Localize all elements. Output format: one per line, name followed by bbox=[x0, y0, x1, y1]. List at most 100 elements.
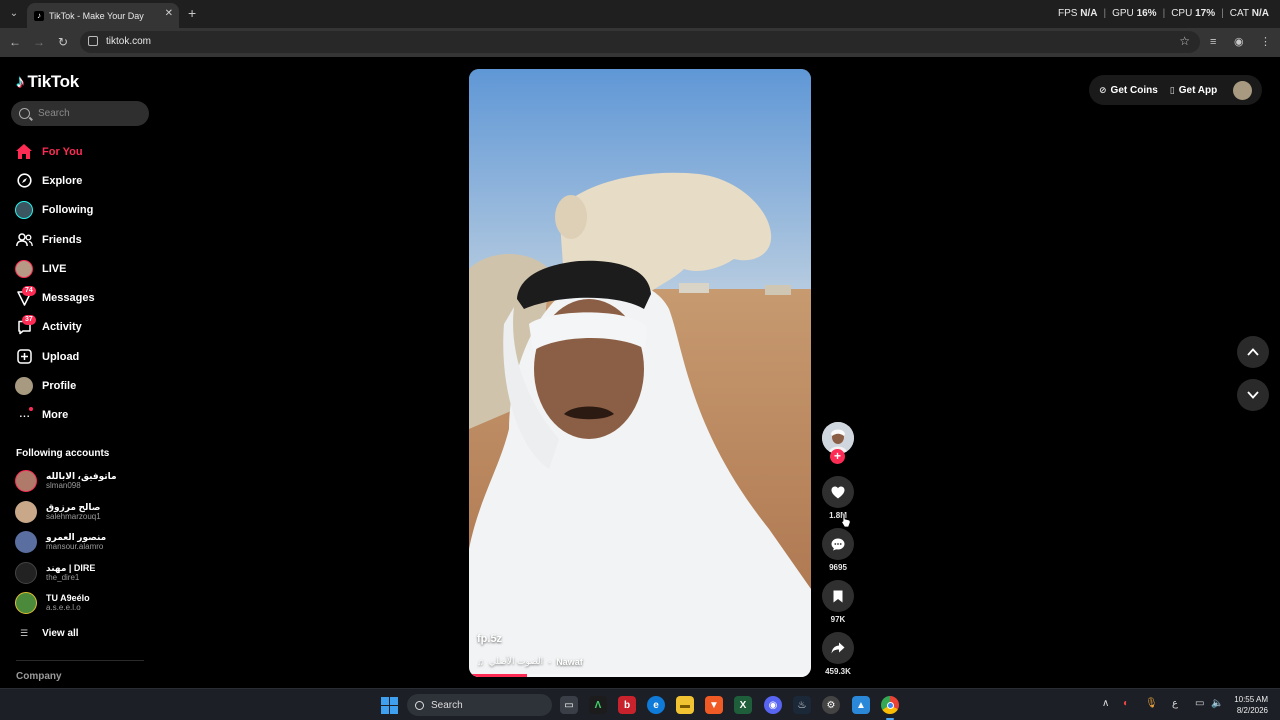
cat-label: CAT bbox=[1229, 8, 1249, 19]
settings-gear-icon[interactable]: ⚙ bbox=[822, 696, 840, 714]
following-avatar bbox=[14, 200, 34, 220]
new-tab-icon[interactable]: + bbox=[188, 5, 196, 21]
music-title: الصوت الأصلي bbox=[488, 656, 544, 666]
share-count: 459.3K bbox=[825, 667, 851, 676]
follow-button[interactable]: + bbox=[830, 449, 845, 464]
bookmark-icon[interactable] bbox=[822, 580, 854, 612]
share-action[interactable]: 459.3K bbox=[822, 632, 854, 676]
video-username[interactable]: fp.5z bbox=[477, 633, 502, 645]
clock-time: 10:55 AM bbox=[1234, 695, 1268, 704]
brave-red-app-icon[interactable]: b bbox=[618, 696, 636, 714]
avatar bbox=[15, 592, 37, 615]
account-name: صالح مرزوق bbox=[46, 501, 101, 512]
windows-start-icon[interactable] bbox=[381, 697, 398, 714]
sidebar-item-label: For You bbox=[42, 145, 83, 158]
terminal-app-icon[interactable]: Λ bbox=[589, 696, 607, 714]
tiktok-logo[interactable]: ♪ TikTok bbox=[16, 72, 79, 92]
account-handle: the_dire1 bbox=[46, 572, 80, 582]
view-all-label: View all bbox=[42, 628, 79, 639]
sidebar-item-activity[interactable]: 37 Activity bbox=[14, 313, 154, 342]
url-field[interactable]: tiktok.com ☆ bbox=[80, 31, 1200, 53]
messages-icon: 74 bbox=[14, 286, 36, 308]
account-icon[interactable]: ◉ bbox=[1234, 35, 1244, 49]
live-avatar bbox=[14, 259, 34, 279]
list-item[interactable]: TU A9eélo a.s.e.e.l.o bbox=[15, 588, 150, 619]
excel-app-icon[interactable]: X bbox=[734, 696, 752, 714]
comment-count: 9695 bbox=[829, 563, 847, 572]
sidebar-item-live[interactable]: LIVE bbox=[14, 254, 154, 283]
save-action[interactable]: 97K bbox=[822, 580, 854, 624]
brave-icon[interactable]: ▼ bbox=[705, 696, 723, 714]
share-icon[interactable] bbox=[822, 632, 854, 664]
cat-value: N/A bbox=[1251, 8, 1269, 19]
taskbar-search[interactable]: Search bbox=[407, 694, 552, 716]
site-info-icon[interactable] bbox=[88, 36, 98, 46]
more-icon: ··· bbox=[14, 405, 34, 425]
sidebar-item-upload[interactable]: Upload bbox=[14, 342, 154, 371]
microphone-icon[interactable]: 🎙 bbox=[1145, 698, 1158, 709]
search-icon bbox=[19, 108, 30, 119]
tray-chevron-up-icon[interactable]: ∧ bbox=[1102, 698, 1109, 709]
avatar bbox=[15, 561, 37, 584]
avatar bbox=[15, 500, 37, 523]
company-link[interactable]: Company bbox=[16, 671, 62, 682]
list-item[interactable]: صالح مرزوق salehmarzouq1 bbox=[15, 497, 150, 528]
user-avatar[interactable] bbox=[1233, 81, 1252, 100]
get-app-button[interactable]: ▯ Get App bbox=[1170, 85, 1217, 96]
media-control-icon[interactable]: ≡ bbox=[1210, 35, 1216, 49]
address-bar: ← → ↻ tiktok.com ☆ ≡ ◉ ⋮ bbox=[0, 28, 1280, 57]
tiktok-favicon-icon: ♪ bbox=[34, 10, 44, 21]
video-progress-bar[interactable] bbox=[469, 674, 811, 677]
list-item[interactable]: ماتوفيق، الابالله slman098 bbox=[15, 466, 150, 497]
url-text[interactable]: tiktok.com bbox=[106, 36, 151, 47]
sidebar-item-messages[interactable]: 74 Messages bbox=[14, 283, 154, 312]
task-view-icon[interactable]: ▭ bbox=[560, 696, 578, 714]
search-box[interactable] bbox=[11, 101, 149, 126]
sidebar-item-more[interactable]: ··· More bbox=[14, 401, 154, 430]
discord-icon[interactable]: ◉ bbox=[764, 696, 782, 714]
photos-app-icon[interactable]: ▲ bbox=[852, 696, 870, 714]
steam-icon[interactable]: ♨ bbox=[793, 696, 811, 714]
sidebar-item-label: More bbox=[42, 409, 69, 422]
sidebar-item-for-you[interactable]: For You bbox=[14, 137, 154, 166]
view-all-button[interactable]: ☰ View all bbox=[20, 628, 79, 639]
following-accounts-title: Following accounts bbox=[16, 448, 110, 459]
tab-search-icon[interactable]: ⌄ bbox=[6, 5, 22, 21]
video-player[interactable]: fp.5z ♫ الصوت الأصلي - Nawaf bbox=[469, 69, 811, 677]
next-video-button[interactable] bbox=[1237, 379, 1269, 411]
logo-text: TikTok bbox=[27, 72, 80, 91]
video-music[interactable]: ♫ الصوت الأصلي - Nawaf bbox=[477, 656, 583, 667]
volume-icon[interactable]: 🔈 bbox=[1211, 698, 1223, 709]
list-item[interactable]: منصور العمرو mansour.alamro bbox=[15, 527, 150, 558]
home-icon bbox=[14, 142, 34, 162]
list-icon: ☰ bbox=[20, 628, 29, 638]
sidebar-item-profile[interactable]: Profile bbox=[14, 371, 154, 400]
sidebar-item-label: Explore bbox=[42, 174, 83, 187]
list-item[interactable]: مهند | DIRE the_dire1 bbox=[15, 558, 150, 589]
file-explorer-icon[interactable]: ▬ bbox=[676, 696, 694, 714]
account-handle: slman098 bbox=[46, 481, 81, 491]
browser-tab[interactable]: ♪ TikTok - Make Your Day ✕ bbox=[27, 3, 179, 28]
search-input[interactable] bbox=[38, 108, 138, 119]
input-language[interactable]: ع bbox=[1172, 698, 1178, 709]
comment-action[interactable]: 9695 bbox=[822, 528, 854, 572]
chrome-icon[interactable] bbox=[881, 696, 899, 720]
previous-video-button[interactable] bbox=[1237, 336, 1269, 368]
account-handle: a.s.e.e.l.o bbox=[46, 603, 81, 613]
tab-close-icon[interactable]: ✕ bbox=[165, 8, 173, 19]
comment-icon[interactable] bbox=[822, 528, 854, 560]
network-icon[interactable]: ▭ bbox=[1195, 698, 1204, 709]
sidebar-item-explore[interactable]: Explore bbox=[14, 166, 154, 195]
menu-kebab-icon[interactable]: ⋮ bbox=[1260, 35, 1271, 49]
heart-icon[interactable] bbox=[822, 476, 854, 508]
tray-app-icon[interactable]: ◐ bbox=[1123, 698, 1129, 709]
edge-icon[interactable]: e bbox=[647, 696, 665, 714]
back-icon[interactable]: ← bbox=[8, 35, 22, 49]
get-coins-button[interactable]: ⊘ Get Coins bbox=[1099, 85, 1158, 96]
sidebar-item-friends[interactable]: Friends bbox=[14, 225, 154, 254]
reload-icon[interactable]: ↻ bbox=[56, 35, 70, 49]
taskbar-clock[interactable]: 10:55 AM 8/2/2026 bbox=[1226, 694, 1268, 716]
sidebar-item-following[interactable]: Following bbox=[14, 196, 154, 225]
forward-icon[interactable]: → bbox=[32, 35, 46, 49]
bookmark-star-icon[interactable]: ☆ bbox=[1179, 34, 1190, 48]
